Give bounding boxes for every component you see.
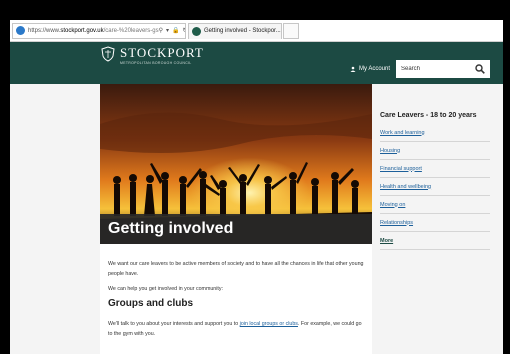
- groups-paragraph: We'll talk to you about your interests a…: [108, 319, 364, 339]
- sidebar-link[interactable]: Work and learning: [380, 130, 425, 136]
- search-icon[interactable]: [475, 64, 485, 74]
- site-favicon-icon: [192, 26, 201, 36]
- refresh-icon[interactable]: ↻: [183, 27, 185, 34]
- main-content: Getting involved We want our care leaver…: [100, 84, 372, 354]
- browser-toolbar: https://www. stockport.gov.uk/care-%20lea…: [10, 20, 503, 42]
- sidebar-link[interactable]: Moving on: [380, 202, 405, 208]
- sidebar-item-more: More: [380, 232, 490, 250]
- page-title-band: Getting involved: [100, 214, 372, 244]
- page-body: Getting involved We want our care leaver…: [10, 84, 503, 354]
- browser-window: https://www. stockport.gov.uk/care-%20lea…: [10, 20, 503, 354]
- sidebar-more-link[interactable]: More: [380, 238, 393, 244]
- sidebar-item-financial-support: Financial support: [380, 160, 490, 178]
- address-path: /care-%20leavers-gs: [103, 27, 159, 34]
- sidebar-item-work-and-learning: Work and learning: [380, 124, 490, 142]
- tab-close-icon[interactable]: ×: [281, 28, 282, 35]
- globe-icon: [16, 26, 25, 35]
- sidebar-item-health-and-wellbeing: Health and wellbeing: [380, 178, 490, 196]
- search-icon[interactable]: ⚲: [159, 27, 163, 34]
- address-bar[interactable]: https://www. stockport.gov.uk/care-%20lea…: [12, 22, 186, 39]
- groups-text-before: We'll talk to you about your interests a…: [108, 321, 240, 327]
- address-host: stockport.gov.uk: [60, 27, 104, 34]
- new-tab-button[interactable]: [283, 22, 299, 39]
- address-scheme: https://www.: [28, 27, 61, 34]
- sidebar-item-relationships: Relationships: [380, 214, 490, 232]
- sidebar-title: Care Leavers - 18 to 20 years: [380, 112, 477, 119]
- search-input[interactable]: [401, 66, 471, 72]
- sidebar-link[interactable]: Housing: [380, 148, 400, 154]
- article-body: We want our care leavers to be active me…: [100, 244, 372, 339]
- sidebar-link[interactable]: Financial support: [380, 166, 422, 172]
- logo-name: STOCKPORT: [120, 45, 204, 60]
- sidebar-nav: Care Leavers - 18 to 20 years Work and l…: [380, 112, 490, 250]
- sidebar-item-moving-on: Moving on: [380, 196, 490, 214]
- intro-paragraph: We want our care leavers to be active me…: [108, 261, 364, 277]
- join-groups-link[interactable]: join local groups or clubs: [240, 321, 298, 327]
- my-account-label: My Account: [359, 66, 391, 72]
- user-icon: [350, 66, 356, 72]
- browser-tab[interactable]: Getting involved - Stockpor... ×: [188, 22, 282, 39]
- search-box[interactable]: [396, 60, 490, 78]
- tab-title: Getting involved - Stockpor...: [204, 28, 281, 34]
- logo-subtitle: METROPOLITAN BOROUGH COUNCIL: [120, 61, 192, 65]
- hero-banner: Getting involved: [100, 84, 372, 244]
- intro-paragraph-2: We can help you get involved in your com…: [108, 286, 224, 292]
- dropdown-arrow-icon[interactable]: ▾: [166, 27, 169, 34]
- sidebar-link[interactable]: Relationships: [380, 220, 413, 226]
- site-header: STOCKPORT METROPOLITAN BOROUGH COUNCIL M…: [10, 42, 503, 98]
- sidebar-item-housing: Housing: [380, 142, 490, 160]
- page-title: Getting involved: [108, 220, 234, 237]
- my-account-link[interactable]: My Account: [350, 66, 390, 72]
- sidebar-list: Work and learning Housing Financial supp…: [380, 124, 490, 250]
- council-logo[interactable]: STOCKPORT METROPOLITAN BOROUGH COUNCIL: [100, 46, 204, 65]
- sidebar-link[interactable]: Health and wellbeing: [380, 184, 431, 190]
- section-heading: Groups and clubs: [108, 298, 194, 309]
- lock-icon[interactable]: 🔒: [172, 27, 179, 34]
- crest-icon: [101, 46, 115, 62]
